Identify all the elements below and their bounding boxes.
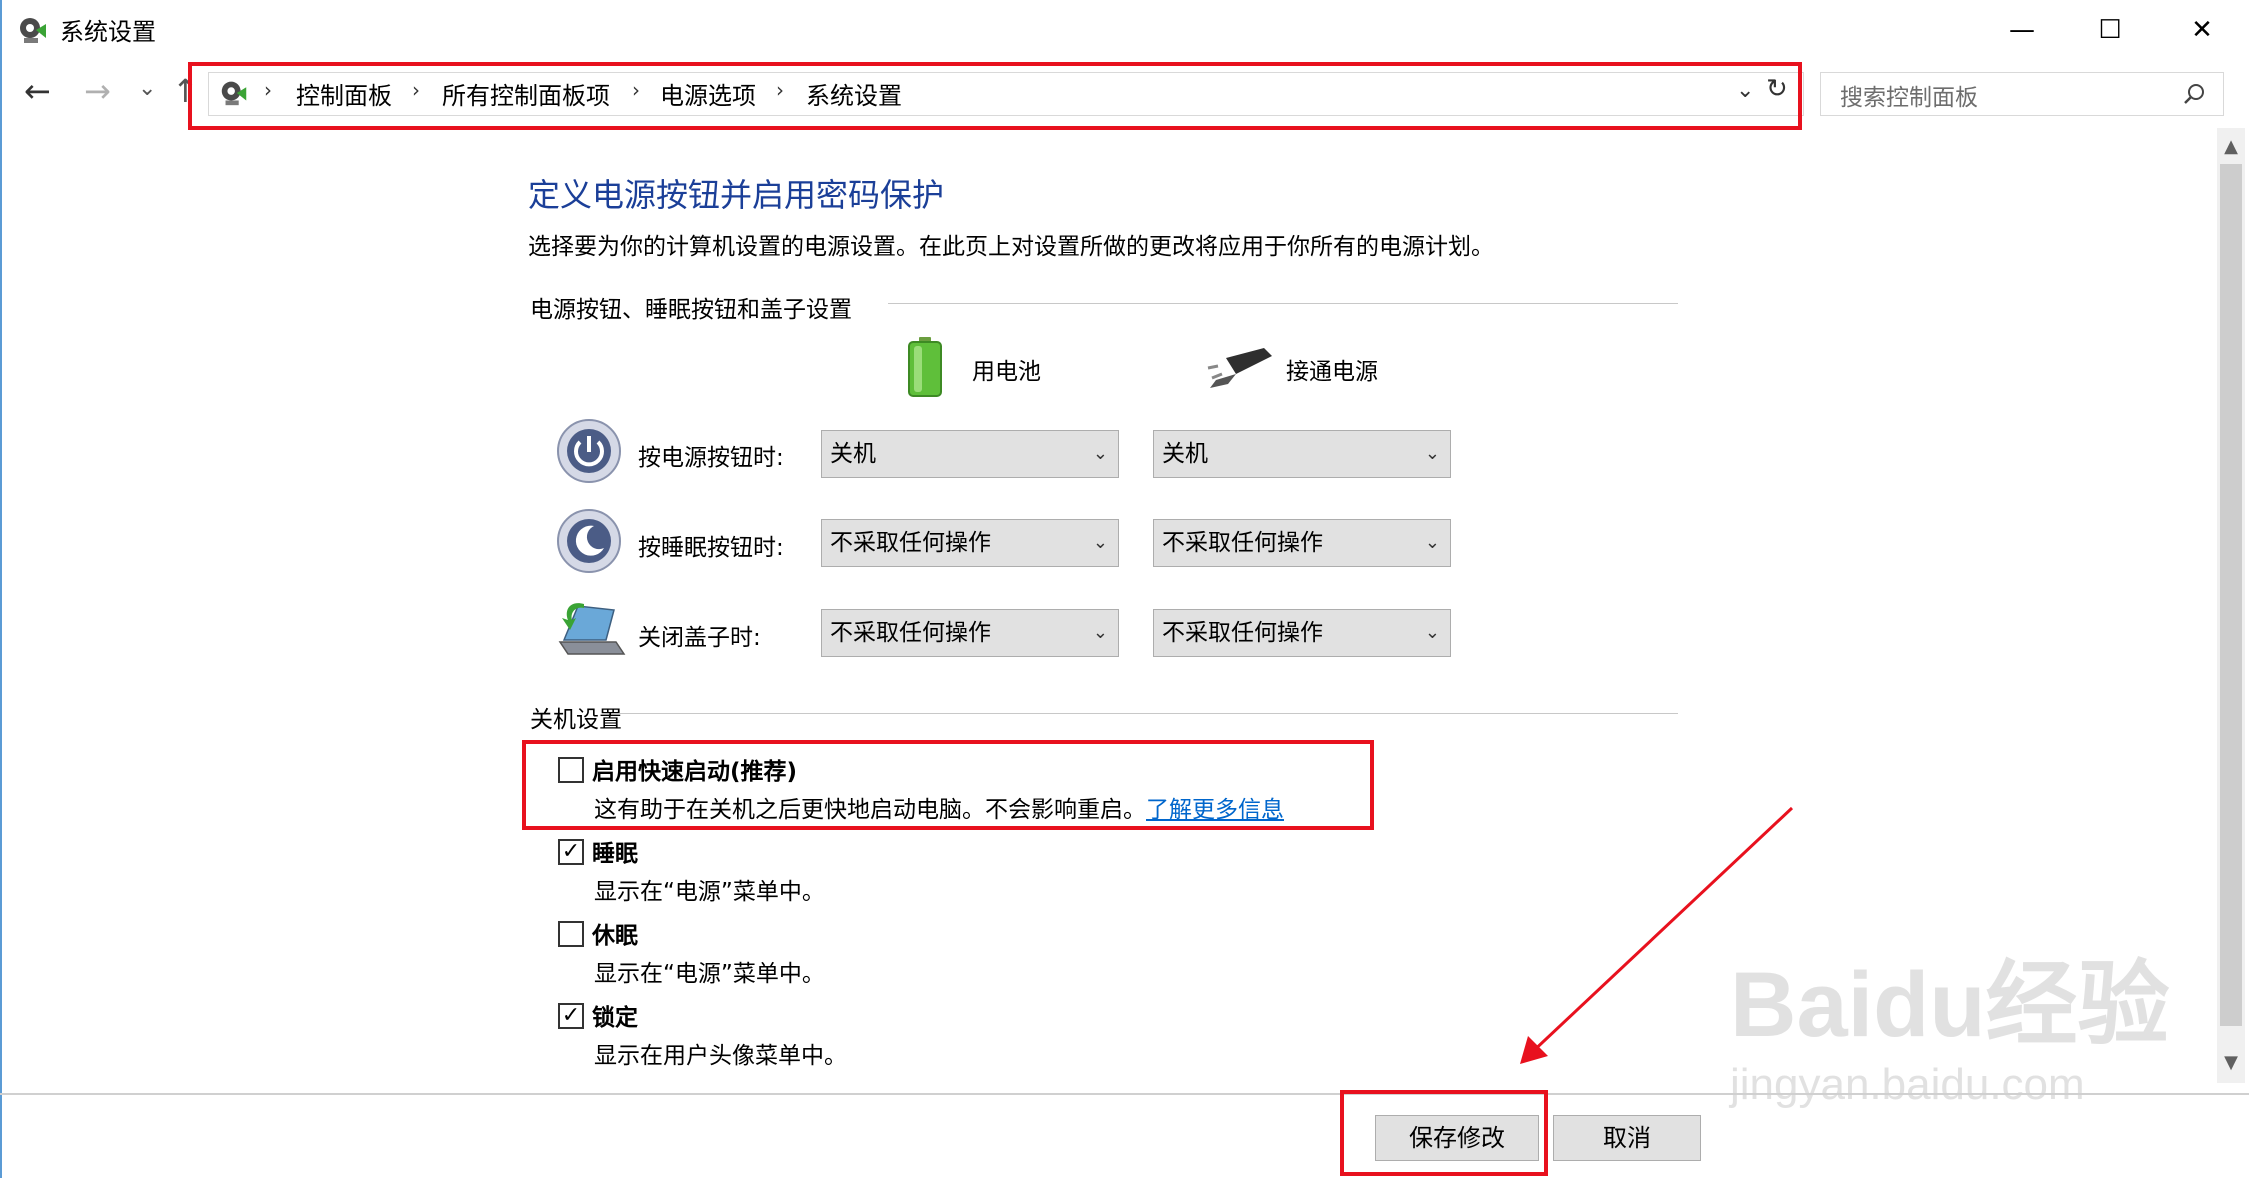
column-header-battery: 用电池 <box>972 359 1041 385</box>
power-button-icon <box>556 418 622 484</box>
chevron-down-icon: ⌄ <box>1424 443 1440 464</box>
select-value: 不采取任何操作 <box>830 620 991 646</box>
search-placeholder: 搜索控制面板 <box>1840 85 1978 111</box>
search-icon[interactable] <box>2182 82 2206 106</box>
footer-divider <box>0 1093 2249 1095</box>
window-border <box>0 0 2 1178</box>
forward-button[interactable]: → <box>84 72 111 110</box>
select-value: 关机 <box>1162 441 1208 467</box>
lid-plugged-select[interactable]: 不采取任何操作 ⌄ <box>1153 609 1451 657</box>
power-button-plugged-select[interactable]: 关机 ⌄ <box>1153 430 1451 478</box>
sleep-button-icon <box>556 508 622 574</box>
minimize-button[interactable]: — <box>1976 0 2068 60</box>
recent-locations-button[interactable]: ⌄ <box>138 76 156 101</box>
row-label-lid: 关闭盖子时: <box>638 625 761 651</box>
cancel-button[interactable]: 取消 <box>1553 1115 1701 1161</box>
scroll-up-arrow[interactable]: ▲ <box>2218 132 2244 162</box>
section-title-buttons: 电源按钮、睡眠按钮和盖子设置 <box>530 297 852 323</box>
lock-label: 锁定 <box>592 1005 638 1031</box>
power-button-battery-select[interactable]: 关机 ⌄ <box>821 430 1119 478</box>
select-value: 关机 <box>830 441 876 467</box>
sleep-label: 睡眠 <box>592 841 638 867</box>
column-header-plugged-in: 接通电源 <box>1286 359 1378 385</box>
system-settings-icon <box>16 12 50 46</box>
select-value: 不采取任何操作 <box>1162 620 1323 646</box>
select-value: 不采取任何操作 <box>830 530 991 556</box>
chevron-down-icon: ⌄ <box>1424 532 1440 553</box>
sleep-description: 显示在“电源”菜单中。 <box>594 879 825 905</box>
section-divider <box>888 303 1678 304</box>
sleep-button-plugged-select[interactable]: 不采取任何操作 ⌄ <box>1153 519 1451 567</box>
lock-checkbox[interactable]: ✓ <box>558 1003 584 1029</box>
scroll-down-arrow[interactable]: ▼ <box>2218 1048 2244 1078</box>
window-title: 系统设置 <box>60 18 156 46</box>
address-highlight-box <box>188 62 1802 130</box>
power-plug-icon <box>1206 344 1276 390</box>
page-description: 选择要为你的计算机设置的电源设置。在此页上对设置所做的更改将应用于你所有的电源计… <box>528 234 1494 260</box>
maximize-button[interactable]: ☐ <box>2064 0 2156 60</box>
save-button-highlight-box <box>1340 1090 1548 1176</box>
laptop-lid-icon <box>554 596 626 660</box>
chevron-down-icon: ⌄ <box>1092 622 1108 643</box>
chevron-down-icon: ⌄ <box>1092 532 1108 553</box>
hibernate-label: 休眠 <box>592 923 638 949</box>
lid-battery-select[interactable]: 不采取任何操作 ⌄ <box>821 609 1119 657</box>
chevron-down-icon: ⌄ <box>1424 622 1440 643</box>
title-bar <box>0 0 2249 60</box>
back-button[interactable]: ← <box>24 72 51 110</box>
sleep-checkbox[interactable]: ✓ <box>558 839 584 865</box>
section-title-shutdown: 关机设置 <box>530 707 622 733</box>
scrollbar-thumb[interactable] <box>2220 164 2242 1026</box>
sleep-button-battery-select[interactable]: 不采取任何操作 ⌄ <box>821 519 1119 567</box>
battery-icon <box>906 336 944 398</box>
hibernate-description: 显示在“电源”菜单中。 <box>594 961 825 987</box>
chevron-down-icon: ⌄ <box>1092 443 1108 464</box>
select-value: 不采取任何操作 <box>1162 530 1323 556</box>
fast-startup-highlight-box <box>522 740 1374 830</box>
annotation-arrow <box>1520 806 1794 1064</box>
row-label-power-button: 按电源按钮时: <box>638 445 784 471</box>
hibernate-checkbox[interactable] <box>558 921 584 947</box>
row-label-sleep-button: 按睡眠按钮时: <box>638 535 784 561</box>
close-button[interactable]: ✕ <box>2156 0 2248 60</box>
lock-description: 显示在用户头像菜单中。 <box>594 1043 847 1069</box>
section-divider <box>618 713 1678 714</box>
page-title: 定义电源按钮并启用密码保护 <box>528 176 945 214</box>
